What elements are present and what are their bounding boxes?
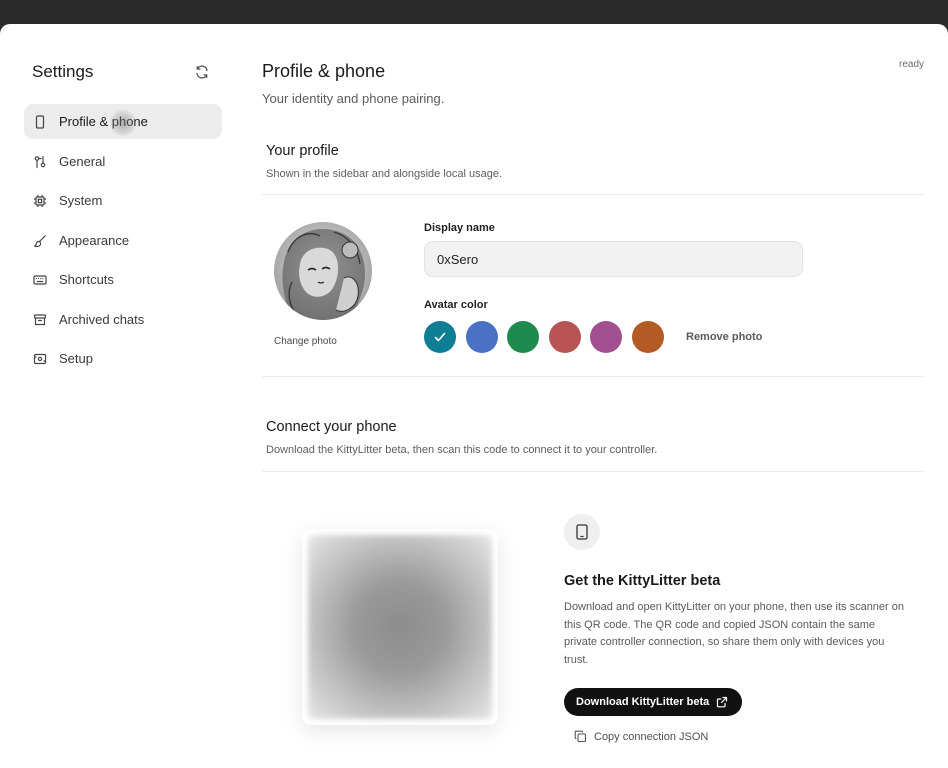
- sidebar-item-label: Shortcuts: [59, 272, 114, 287]
- sidebar-nav: Profile & phone General System Appearanc…: [24, 104, 222, 381]
- profile-section-subtitle: Shown in the sidebar and alongside local…: [266, 168, 503, 180]
- get-beta-title: Get the KittyLitter beta: [564, 573, 721, 589]
- sidebar: Settings Profile & phone General System: [0, 24, 240, 768]
- profile-section-title: Your profile: [266, 143, 339, 159]
- sidebar-item-label: System: [59, 193, 103, 208]
- page-title: Profile & phone: [262, 61, 386, 81]
- avatar[interactable]: [274, 222, 372, 320]
- cursor-highlight: [110, 110, 136, 136]
- check-icon: [434, 332, 446, 342]
- sidebar-item-shortcuts[interactable]: Shortcuts: [24, 262, 222, 297]
- status-text: ready: [898, 59, 924, 70]
- color-swatch-red[interactable]: [548, 321, 581, 353]
- divider: [262, 376, 924, 377]
- color-swatch-orange[interactable]: [631, 321, 664, 353]
- sidebar-item-system[interactable]: System: [24, 183, 222, 218]
- sidebar-item-label: Setup: [59, 351, 93, 366]
- phone-section-subtitle: Download the KittyLitter beta, then scan…: [266, 444, 658, 456]
- sidebar-item-label: Archived chats: [59, 311, 145, 327]
- refresh-icon[interactable]: [194, 64, 210, 80]
- title-bar: [0, 0, 948, 26]
- qr-code-card: [302, 529, 498, 725]
- sidebar-item-archived-chats[interactable]: Archived chats: [24, 302, 222, 337]
- phone-icon: [576, 524, 588, 540]
- sidebar-item-general[interactable]: General: [24, 144, 222, 179]
- download-beta-label: Download KittyLitter beta: [576, 696, 710, 708]
- brush-icon: [33, 234, 46, 247]
- avatar-color-label: Avatar color: [424, 299, 488, 311]
- sidebar-item-setup[interactable]: Setup: [24, 341, 222, 376]
- setup-icon: [33, 353, 47, 365]
- archive-icon: [33, 313, 47, 325]
- change-photo-link[interactable]: Change photo: [274, 336, 337, 347]
- sidebar-item-label: General: [59, 153, 106, 169]
- color-swatch-green[interactable]: [507, 321, 539, 353]
- sidebar-item-profile-phone[interactable]: Profile & phone: [24, 104, 222, 139]
- display-name-input[interactable]: [424, 241, 803, 277]
- external-link-icon: [717, 696, 728, 708]
- divider: [262, 471, 924, 472]
- settings-window: Settings Profile & phone General System: [0, 24, 948, 768]
- phone-icon: [35, 115, 45, 129]
- copy-json-label: Copy connection JSON: [594, 730, 709, 743]
- phone-section-title: Connect your phone: [266, 419, 397, 435]
- copy-json-button[interactable]: Copy connection JSON: [574, 730, 708, 743]
- color-swatch-blue[interactable]: [465, 321, 498, 353]
- divider: [262, 194, 924, 195]
- download-beta-button[interactable]: Download KittyLitter beta: [564, 688, 743, 716]
- page-subtitle: Your identity and phone pairing.: [262, 91, 445, 106]
- qr-code-image: [308, 535, 492, 719]
- sidebar-title: Settings: [32, 62, 94, 81]
- keyboard-icon: [33, 275, 47, 285]
- avatar-color-swatches: Remove photo: [424, 321, 762, 353]
- get-beta-description: Download and open KittyLitter on your ph…: [564, 601, 905, 666]
- cpu-icon: [34, 195, 46, 207]
- remove-photo-button[interactable]: Remove photo: [686, 331, 762, 343]
- sidebar-header: Settings: [32, 62, 212, 82]
- copy-icon: [574, 730, 587, 743]
- avatar-image: [274, 222, 372, 320]
- sidebar-item-label: Appearance: [59, 232, 130, 248]
- color-swatch-teal[interactable]: [424, 321, 456, 353]
- phone-badge: [564, 514, 600, 550]
- sliders-icon: [34, 155, 46, 168]
- main-content: ready Profile & phone Your identity and …: [262, 24, 926, 768]
- sidebar-item-appearance[interactable]: Appearance: [24, 223, 222, 258]
- color-swatch-magenta[interactable]: [590, 321, 622, 353]
- display-name-label: Display name: [424, 222, 495, 234]
